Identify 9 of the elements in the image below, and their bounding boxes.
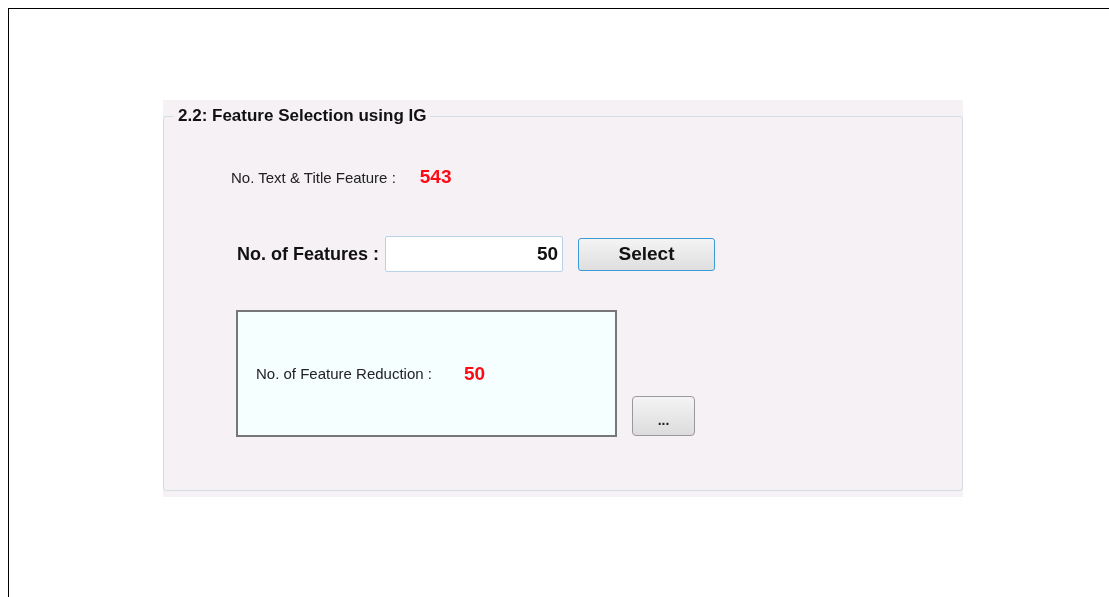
field-label: No. of Feature Reduction : — [256, 365, 432, 382]
field-label: No. Text & Title Feature : — [231, 168, 396, 186]
features-input[interactable]: 50 — [385, 236, 563, 272]
field-value: 543 — [419, 166, 452, 188]
group-title: 2.2: Feature Selection using IG — [177, 106, 428, 126]
select-button[interactable]: Select — [578, 237, 715, 271]
browse-button[interactable]: ... — [632, 396, 695, 436]
field-value: 50 — [463, 362, 486, 385]
field-label: No. of Features : — [237, 243, 379, 265]
